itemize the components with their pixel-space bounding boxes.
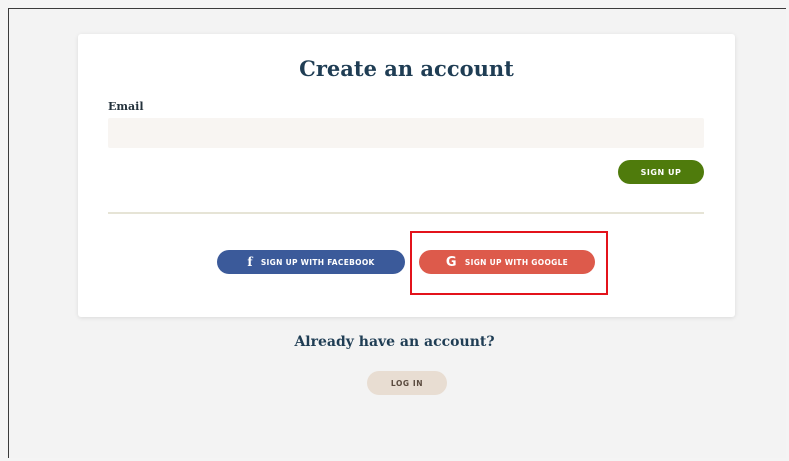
already-have-account-text: Already have an account? <box>294 334 495 350</box>
signup-card: Create an account Email SIGN UP f SIGN U… <box>78 34 735 317</box>
google-button-label: SIGN UP WITH GOOGLE <box>464 257 569 267</box>
signup-google-button[interactable]: G SIGN UP WITH GOOGLE <box>419 250 595 274</box>
facebook-icon: f <box>247 255 253 269</box>
google-icon: G <box>445 254 457 270</box>
page-title: Create an account <box>299 56 514 81</box>
signup-button[interactable]: SIGN UP <box>618 160 704 184</box>
signup-facebook-button[interactable]: f SIGN UP WITH FACEBOOK <box>217 250 405 274</box>
email-label: Email <box>108 100 144 113</box>
email-field[interactable] <box>108 118 704 148</box>
login-button[interactable]: LOG IN <box>367 371 447 395</box>
facebook-button-label: SIGN UP WITH FACEBOOK <box>260 257 375 267</box>
divider <box>108 212 704 214</box>
